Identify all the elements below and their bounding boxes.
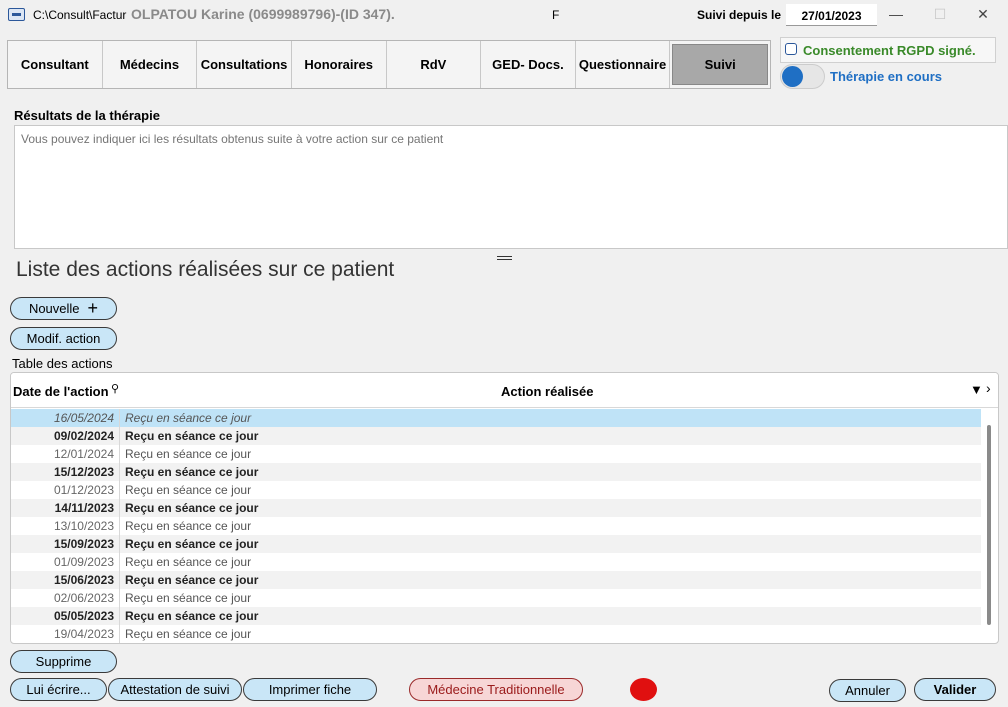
tab-bar: Consultant Médecins Consultations Honora… bbox=[7, 40, 771, 89]
actions-list-title: Liste des actions réalisées sur ce patie… bbox=[16, 258, 395, 281]
table-row[interactable]: 01/09/2023 Reçu en séance ce jour bbox=[11, 553, 981, 571]
action-description-cell: Reçu en séance ce jour bbox=[125, 465, 259, 479]
action-date-cell: 14/11/2023 bbox=[11, 499, 120, 517]
results-label: Résultats de la thérapie bbox=[14, 108, 160, 123]
actions-table: Date de l'action ⚲ Action réalisée ▼ › 1… bbox=[10, 372, 999, 644]
splitter-handle[interactable] bbox=[497, 256, 512, 260]
tab-consultations[interactable]: Consultations bbox=[197, 41, 292, 88]
since-date-field[interactable] bbox=[786, 4, 877, 26]
table-row[interactable]: 19/04/2023 Reçu en séance ce jour bbox=[11, 625, 981, 643]
action-description-cell: Reçu en séance ce jour bbox=[125, 411, 252, 425]
table-row[interactable]: 15/06/2023 Reçu en séance ce jour bbox=[11, 571, 981, 589]
column-header-date[interactable]: Date de l'action bbox=[13, 384, 109, 399]
maximize-icon[interactable]: ☐ bbox=[929, 4, 951, 24]
action-date-cell: 02/06/2023 bbox=[11, 589, 120, 607]
modify-action-button[interactable]: Modif. action bbox=[10, 327, 117, 350]
table-label: Table des actions bbox=[12, 356, 113, 371]
table-row[interactable]: 14/11/2023 Reçu en séance ce jour bbox=[11, 499, 981, 517]
action-date-cell: 09/02/2024 bbox=[11, 427, 120, 445]
action-description-cell: Reçu en séance ce jour bbox=[125, 447, 252, 461]
cancel-button[interactable]: Annuler bbox=[829, 679, 906, 702]
results-textarea[interactable] bbox=[14, 125, 1008, 249]
action-date-cell: 12/01/2024 bbox=[11, 445, 120, 463]
action-description-cell: Reçu en séance ce jour bbox=[125, 483, 252, 497]
table-row[interactable]: 15/09/2023 Reçu en séance ce jour bbox=[11, 535, 981, 553]
patient-sex: F bbox=[552, 8, 560, 22]
table-row[interactable]: 16/05/2024 Reçu en séance ce jour bbox=[11, 409, 981, 427]
action-description-cell: Reçu en séance ce jour bbox=[125, 519, 252, 533]
action-description-cell: Reçu en séance ce jour bbox=[125, 501, 259, 515]
action-date-cell: 15/09/2023 bbox=[11, 535, 120, 553]
rgpd-checkbox[interactable] bbox=[785, 43, 797, 55]
tab-rdv[interactable]: RdV bbox=[387, 41, 482, 88]
plus-icon: + bbox=[87, 298, 99, 318]
action-date-cell: 01/12/2023 bbox=[11, 481, 120, 499]
close-icon[interactable]: ✕ bbox=[972, 4, 994, 24]
table-header: Date de l'action ⚲ Action réalisée ▼ › bbox=[11, 373, 998, 408]
action-date-cell: 15/12/2023 bbox=[11, 463, 120, 481]
table-row[interactable]: 01/12/2023 Reçu en séance ce jour bbox=[11, 481, 981, 499]
tab-questionnaire[interactable]: Questionnaire bbox=[576, 41, 671, 88]
action-date-cell: 01/09/2023 bbox=[11, 553, 120, 571]
column-header-action[interactable]: Action réalisée bbox=[501, 384, 594, 399]
table-row[interactable]: 13/10/2023 Reçu en séance ce jour bbox=[11, 517, 981, 535]
table-scrollbar[interactable] bbox=[987, 425, 991, 625]
since-label: Suivi depuis le bbox=[697, 8, 782, 22]
new-action-label: Nouvelle bbox=[28, 301, 80, 316]
action-description-cell: Reçu en séance ce jour bbox=[125, 555, 252, 569]
table-row[interactable]: 15/12/2023 Reçu en séance ce jour bbox=[11, 463, 981, 481]
tab-suivi[interactable]: Suivi bbox=[672, 44, 768, 85]
app-icon bbox=[8, 8, 25, 21]
therapy-toggle-knob[interactable] bbox=[782, 66, 803, 87]
search-icon[interactable]: ⚲ bbox=[111, 382, 119, 395]
tab-consultant[interactable]: Consultant bbox=[8, 41, 103, 88]
print-button[interactable]: Imprimer fiche bbox=[243, 678, 377, 701]
table-row[interactable]: 05/05/2023 Reçu en séance ce jour bbox=[11, 607, 981, 625]
action-date-cell: 15/06/2023 bbox=[11, 571, 120, 589]
tab-ged-docs[interactable]: GED- Docs. bbox=[481, 41, 576, 88]
action-description-cell: Reçu en séance ce jour bbox=[125, 573, 259, 587]
action-description-cell: Reçu en séance ce jour bbox=[125, 429, 259, 443]
window-path: C:\Consult\Factur bbox=[33, 8, 127, 22]
traditional-medicine-button[interactable]: Médecine Traditionnelle bbox=[409, 678, 583, 701]
action-description-cell: Reçu en séance ce jour bbox=[125, 537, 259, 551]
action-date-cell: 05/05/2023 bbox=[11, 607, 120, 625]
attestation-button[interactable]: Attestation de suivi bbox=[108, 678, 242, 701]
action-date-cell: 13/10/2023 bbox=[11, 517, 120, 535]
table-row[interactable]: 09/02/2024 Reçu en séance ce jour bbox=[11, 427, 981, 445]
table-row[interactable]: 12/01/2024 Reçu en séance ce jour bbox=[11, 445, 981, 463]
new-action-button[interactable]: Nouvelle + bbox=[10, 297, 117, 320]
chevron-right-icon[interactable]: › bbox=[986, 380, 991, 396]
filter-icon[interactable]: ▼ bbox=[970, 382, 983, 397]
minimize-icon[interactable]: — bbox=[885, 4, 907, 24]
status-indicator bbox=[630, 678, 657, 701]
action-date-cell: 19/04/2023 bbox=[11, 625, 120, 643]
table-row[interactable]: 02/06/2023 Reçu en séance ce jour bbox=[11, 589, 981, 607]
action-description-cell: Reçu en séance ce jour bbox=[125, 627, 252, 641]
rgpd-label[interactable]: Consentement RGPD signé. bbox=[803, 43, 976, 58]
action-description-cell: Reçu en séance ce jour bbox=[125, 591, 252, 605]
table-body: 16/05/2024 Reçu en séance ce jour 09/02/20… bbox=[11, 409, 981, 643]
therapy-label: Thérapie en cours bbox=[830, 69, 942, 84]
action-date-cell: 16/05/2024 bbox=[11, 409, 120, 427]
action-description-cell: Reçu en séance ce jour bbox=[125, 609, 259, 623]
validate-button[interactable]: Valider bbox=[914, 678, 996, 701]
tab-medecins[interactable]: Médecins bbox=[103, 41, 198, 88]
delete-button[interactable]: Supprime bbox=[10, 650, 117, 673]
tab-honoraires[interactable]: Honoraires bbox=[292, 41, 387, 88]
patient-title: OLPATOU Karine (0699989796)-(ID 347). bbox=[131, 6, 395, 22]
write-button[interactable]: Lui écrire... bbox=[10, 678, 107, 701]
